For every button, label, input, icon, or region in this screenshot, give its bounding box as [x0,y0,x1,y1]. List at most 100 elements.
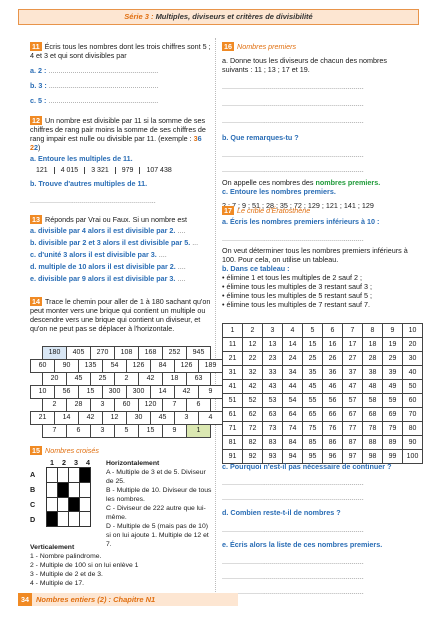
sieve-cell[interactable]: 42 [242,379,263,394]
sieve-cell[interactable]: 24 [282,351,303,366]
sieve-cell[interactable]: 34 [282,365,303,380]
sieve-cell[interactable]: 14 [282,337,303,352]
sieve-cell[interactable]: 7 [342,323,363,338]
sieve-cell[interactable]: 2 [242,323,263,338]
sieve-cell[interactable]: 82 [242,435,263,450]
sieve-cell[interactable]: 21 [222,351,243,366]
sieve-cell[interactable]: 68 [362,407,383,422]
sieve-cell[interactable]: 80 [402,421,423,436]
brick[interactable]: 6 [186,398,211,412]
sieve-cell[interactable]: 23 [262,351,283,366]
sieve-cell[interactable]: 64 [282,407,303,422]
sieve-cell[interactable]: 39 [382,365,403,380]
crossword-cell[interactable] [68,481,80,498]
sieve-cell[interactable]: 79 [382,421,403,436]
sieve-cell[interactable]: 12 [242,337,263,352]
sieve-cell[interactable]: 48 [362,379,383,394]
crossword-cell[interactable] [79,481,91,498]
brick[interactable]: 9 [162,424,187,438]
crossword-cell[interactable] [46,467,58,483]
brick[interactable]: 28 [66,398,91,412]
brick[interactable]: 14 [54,411,79,425]
sieve-cell[interactable]: 22 [242,351,263,366]
sieve-cell[interactable]: 8 [362,323,383,338]
brick[interactable]: 300 [102,385,127,399]
sieve-cell[interactable]: 26 [322,351,343,366]
crossword-cell[interactable] [57,467,69,483]
sieve-cell[interactable]: 20 [402,337,423,352]
brick[interactable]: 14 [150,385,175,399]
crossword-cell[interactable] [79,511,91,527]
crossword-cell[interactable] [79,496,91,513]
sieve-cell[interactable]: 78 [362,421,383,436]
sieve-cell[interactable]: 49 [382,379,403,394]
sieve-cell[interactable]: 31 [222,365,243,380]
sieve-cell[interactable]: 40 [402,365,423,380]
sieve-cell[interactable]: 74 [282,421,303,436]
brick[interactable]: 405 [66,346,91,360]
sieve-cell[interactable]: 47 [342,379,363,394]
brick[interactable]: 54 [102,359,127,373]
brick[interactable]: 20 [42,372,67,386]
brick[interactable]: 30 [126,411,151,425]
sieve-cell[interactable]: 9 [382,323,403,338]
sieve-cell[interactable]: 6 [322,323,343,338]
brick[interactable]: 180 [42,346,67,360]
brick[interactable]: 10 [30,385,55,399]
sieve-cell[interactable]: 61 [222,407,243,422]
sieve-cell[interactable]: 19 [382,337,403,352]
brick[interactable]: 120 [138,398,163,412]
sieve-cell[interactable]: 62 [242,407,263,422]
number-cell[interactable]: 979 [114,167,140,174]
sieve-cell[interactable]: 33 [262,365,283,380]
sieve-cell[interactable]: 4 [282,323,303,338]
brick[interactable]: 42 [138,372,163,386]
sieve-cell[interactable]: 73 [262,421,283,436]
brick[interactable]: 45 [150,411,175,425]
sieve-cell[interactable]: 87 [342,435,363,450]
sieve-cell[interactable]: 45 [302,379,323,394]
sieve-cell[interactable]: 5 [302,323,323,338]
sieve-cell[interactable]: 57 [342,393,363,408]
sieve-cell[interactable]: 27 [342,351,363,366]
sieve-cell[interactable]: 60 [402,393,423,408]
brick[interactable]: 252 [162,346,187,360]
sieve-cell[interactable]: 85 [302,435,323,450]
sieve-cell[interactable]: 15 [302,337,323,352]
number-cell[interactable]: 107 438 [139,167,178,174]
sieve-cell[interactable]: 59 [382,393,403,408]
brick[interactable]: 9 [198,385,223,399]
brick[interactable]: 126 [174,359,199,373]
sieve-cell[interactable]: 56 [322,393,343,408]
crossword-cell[interactable] [57,496,69,513]
brick[interactable]: 18 [162,372,187,386]
brick[interactable]: 60 [30,359,55,373]
sieve-cell[interactable]: 17 [342,337,363,352]
crossword-cell[interactable] [46,496,58,513]
brick[interactable]: 21 [30,411,55,425]
brick[interactable]: 135 [78,359,103,373]
crossword-cell[interactable] [68,511,80,527]
sieve-cell[interactable]: 41 [222,379,243,394]
sieve-cell[interactable]: 51 [222,393,243,408]
brick[interactable]: 2 [114,372,139,386]
sieve-cell[interactable]: 13 [262,337,283,352]
sieve-cell[interactable]: 71 [222,421,243,436]
brick[interactable]: 3 [90,398,115,412]
number-cell[interactable]: 3 321 [84,167,116,174]
brick[interactable]: 5 [114,424,139,438]
brick[interactable]: 7 [162,398,187,412]
crossword-cell[interactable] [57,511,69,527]
brick[interactable]: 168 [138,346,163,360]
brick[interactable]: 12 [102,411,127,425]
sieve-cell[interactable]: 50 [402,379,423,394]
number-cell[interactable]: 121 [30,167,54,174]
brick[interactable]: 45 [66,372,91,386]
sieve-cell[interactable]: 66 [322,407,343,422]
sieve-cell[interactable]: 77 [342,421,363,436]
sieve-cell[interactable]: 32 [242,365,263,380]
sieve-cell[interactable]: 88 [362,435,383,450]
sieve-cell[interactable]: 11 [222,337,243,352]
brick[interactable]: 300 [126,385,151,399]
brick[interactable]: 25 [90,372,115,386]
